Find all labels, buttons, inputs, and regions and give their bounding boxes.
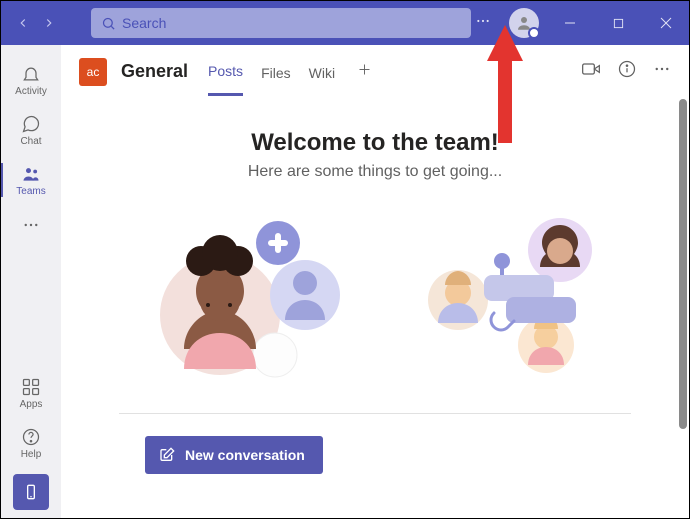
more-icon [653,60,671,78]
divider [119,413,631,414]
compose-icon [159,447,175,463]
rail-more-button[interactable] [1,205,61,245]
new-conversation-button[interactable]: New conversation [145,436,323,474]
search-icon [101,16,116,31]
channel-content: Welcome to the team! Here are some thing… [61,99,689,518]
more-options-button[interactable] [471,13,495,34]
search-box[interactable] [91,8,471,38]
user-avatar[interactable] [509,8,539,38]
rail-item-chat[interactable]: Chat [1,105,61,155]
welcome-title: Welcome to the team! [89,129,661,157]
channel-info-button[interactable] [617,59,637,84]
search-input[interactable] [122,15,461,31]
rail-item-help[interactable]: Help [1,418,61,468]
welcome-block: Welcome to the team! Here are some thing… [89,129,661,181]
window-close-button[interactable] [649,8,683,38]
rail-label: Activity [15,86,47,97]
apps-icon [21,377,41,397]
channel-tabs: Posts Files Wiki [208,47,376,96]
app-window: Activity Chat Teams Apps [0,0,690,519]
window-minimize-button[interactable] [553,8,587,38]
rail-label: Teams [16,186,45,197]
rail-item-apps[interactable]: Apps [1,368,61,418]
add-members-illustration [140,205,340,385]
rail-item-teams[interactable]: Teams [1,155,61,205]
channel-more-button[interactable] [653,60,671,83]
rail-item-activity[interactable]: Activity [1,55,61,105]
bell-icon [21,64,41,84]
info-icon [617,59,637,79]
scrollbar-thumb[interactable] [679,99,687,429]
history-nav [11,11,61,35]
main-area: ac General Posts Files Wiki [61,45,689,518]
plus-icon [357,62,372,77]
tab-posts[interactable]: Posts [208,47,243,96]
teams-icon [21,164,41,184]
scrollbar[interactable] [677,89,687,514]
new-conversation-label: New conversation [185,447,305,463]
meet-button[interactable] [581,59,601,84]
phone-icon [23,484,39,500]
video-icon [581,59,601,79]
tab-wiki[interactable]: Wiki [309,49,335,95]
titlebar [1,1,689,45]
welcome-subtitle: Here are some things to get going... [89,163,661,181]
help-icon [21,427,41,447]
chat-illustration [410,205,610,385]
window-maximize-button[interactable] [601,8,635,38]
rail-mobile-button[interactable] [13,474,49,510]
app-rail: Activity Chat Teams Apps [1,45,61,518]
chat-icon [21,114,41,134]
channel-name: General [121,61,188,82]
add-tab-button[interactable] [353,58,376,86]
team-tile[interactable]: ac [79,58,107,86]
rail-label: Apps [20,399,43,410]
presence-indicator [528,27,540,39]
tab-files[interactable]: Files [261,49,291,95]
forward-button[interactable] [37,11,61,35]
rail-label: Chat [20,136,41,147]
channel-header: ac General Posts Files Wiki [61,45,689,99]
back-button[interactable] [11,11,35,35]
rail-label: Help [21,449,42,460]
welcome-illustrations [89,205,661,385]
